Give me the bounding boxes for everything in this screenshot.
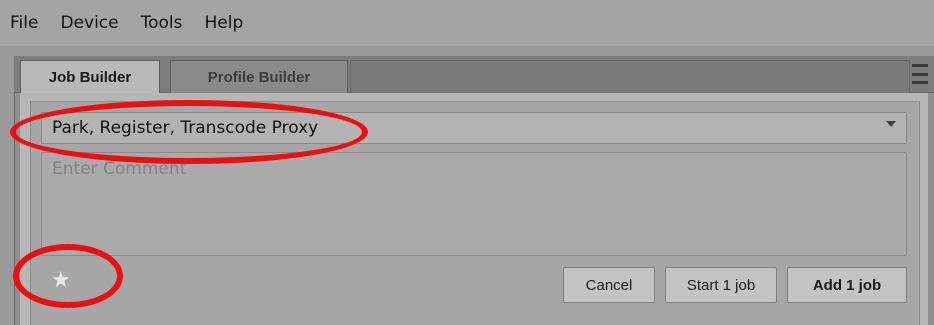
tab-job-builder[interactable]: Job Builder — [20, 60, 160, 94]
annotation-ellipse-star — [13, 244, 123, 308]
hamburger-menu-icon[interactable] — [912, 64, 928, 84]
annotation-ellipse-profile — [10, 100, 368, 164]
start-job-button[interactable]: Start 1 job — [665, 267, 777, 303]
menu-tools[interactable]: Tools — [141, 13, 183, 33]
tab-bar: Job Builder Profile Builder — [14, 56, 934, 94]
menu-bar: File Device Tools Help — [0, 0, 934, 46]
tab-profile-builder[interactable]: Profile Builder — [170, 60, 348, 93]
cancel-button[interactable]: Cancel — [563, 267, 655, 303]
menu-help[interactable]: Help — [204, 13, 243, 33]
tab-bar-filler — [350, 60, 910, 93]
menu-device[interactable]: Device — [60, 13, 118, 33]
comment-input[interactable]: Enter Comment — [41, 152, 907, 256]
chevron-down-icon — [886, 121, 896, 127]
menu-file[interactable]: File — [10, 13, 38, 33]
add-job-button[interactable]: Add 1 job — [787, 267, 907, 303]
